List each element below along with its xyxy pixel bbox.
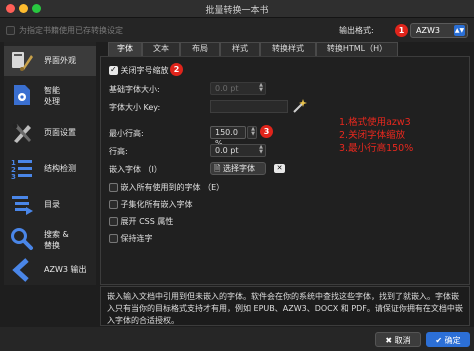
minimum-line-height-stepper[interactable]: ▲ ▼	[247, 126, 257, 139]
sidebar-item-label: 结构检测	[44, 164, 76, 173]
choose-font-button[interactable]: 🗎 选择字体	[210, 162, 266, 175]
sidebar-item-search-replace[interactable]: 搜索 & 替换	[4, 224, 96, 258]
sidebar-item-label: 页面设置	[44, 128, 76, 137]
sidebar-item-label: 界面外观	[44, 56, 76, 65]
annotation-badge-2: 2	[170, 63, 183, 76]
keep-ligatures-checkbox[interactable]: 保持连字	[109, 233, 153, 244]
stepper-arrows-icon[interactable]: ▲ ▼	[259, 83, 263, 93]
disable-font-scaling-checkbox[interactable]: 关闭字号缩放	[109, 65, 169, 76]
sidebar-item-toc[interactable]: 目录	[4, 190, 96, 220]
embed-font-label: 嵌入字体 （I）	[109, 165, 162, 174]
checkbox-box[interactable]	[109, 183, 118, 192]
sidebar-item-label: 智能	[44, 86, 60, 95]
line-height-spinner[interactable]: 0.0 pt ▲ ▼	[210, 144, 266, 157]
numbered-list-icon: 1 2 3	[11, 159, 32, 181]
minimum-line-height-label: 最小行高:	[109, 129, 144, 138]
line-height-value: 0.0 pt	[215, 146, 239, 155]
chevron-updown-icon: ▲▼	[454, 25, 465, 36]
tab-fonts[interactable]: 字体	[108, 42, 142, 56]
main-panel: 字体 文本 布局 样式 转换样式 转换HTML（H） 关闭字号缩放 2 基础字体…	[100, 42, 470, 285]
tab-transform-html[interactable]: 转换HTML（H）	[316, 42, 398, 56]
svg-text:3: 3	[11, 173, 16, 181]
tab-transform-styles[interactable]: 转换样式	[260, 42, 316, 56]
sidebar-item-page-setup[interactable]: 页面设置	[4, 118, 96, 148]
checkbox-box[interactable]	[109, 200, 118, 209]
window-title: 批量转换一本书	[205, 6, 269, 16]
tab-styling[interactable]: 样式	[220, 42, 260, 56]
stepper-arrows-icon: ▲ ▼	[251, 126, 255, 137]
annotation-badge-1: 1	[395, 24, 408, 37]
checkbox-box[interactable]	[109, 65, 118, 75]
cancel-button-label: 取消	[394, 336, 411, 345]
ok-button[interactable]: ✔ 确定	[426, 332, 470, 347]
sidebar: 界面外观 智能 处理 页面设置 1 2 3 结构检测 目录 搜索 & 替换 AZ…	[4, 42, 96, 285]
help-text-box: 嵌入输入文档中引用到但未嵌入的字体。软件会在你的系统中查找这些字体，找到了就嵌入…	[100, 286, 470, 326]
embed-all-fonts-label: 嵌入所有使用到的字体 （E）	[120, 183, 225, 192]
sidebar-item-structure-detection[interactable]: 1 2 3 结构检测	[4, 154, 96, 184]
dialog-footer: ✖ 取消 ✔ 确定	[0, 327, 474, 351]
font-size-key-label: 字体大小 Key:	[109, 103, 161, 112]
cancel-button[interactable]: ✖ 取消	[375, 332, 421, 347]
tab-layout[interactable]: 布局	[180, 42, 220, 56]
checkbox-box[interactable]	[109, 234, 118, 243]
annotation-notes: 1.格式使用azw3 2.关闭字体缩放 3.最小行高150%	[339, 116, 413, 155]
choose-font-button-label: 选择字体	[222, 164, 255, 173]
checkbox-box[interactable]	[6, 26, 15, 35]
sidebar-item-look-and-feel[interactable]: 界面外观	[4, 46, 96, 76]
toc-icon	[12, 196, 33, 215]
checkmark-icon: ✔	[435, 336, 443, 345]
disable-font-scaling-label: 关闭字号缩放	[120, 66, 169, 75]
expand-css-label: 展开 CSS 属性	[120, 217, 174, 226]
tools-icon	[12, 123, 31, 143]
embed-all-fonts-checkbox[interactable]: 嵌入所有使用到的字体 （E）	[109, 182, 224, 193]
magic-wand-icon[interactable]	[291, 98, 307, 114]
use-previous-settings-label: 为指定书籍使用已存转换设定	[19, 26, 123, 35]
checkbox-box[interactable]	[109, 217, 118, 226]
cancel-icon: ✖	[385, 336, 393, 345]
stepper-arrows-icon[interactable]: ▲ ▼	[259, 145, 263, 155]
annotation-line-2: 2.关闭字体缩放	[339, 130, 406, 141]
paintbrush-icon	[12, 52, 33, 71]
sidebar-item-label: AZW3 输出	[44, 265, 87, 274]
ok-button-label: 确定	[444, 336, 461, 345]
clear-icon[interactable]: ✕	[274, 164, 285, 173]
base-font-size-label: 基础字体大小:	[109, 85, 160, 94]
line-height-label: 行高:	[109, 147, 128, 156]
font-icon: 🗎	[214, 164, 221, 173]
font-size-key-input[interactable]	[210, 100, 288, 113]
sidebar-item-label: 搜索 &	[44, 230, 69, 239]
sidebar-item-label-line2: 处理	[44, 97, 60, 106]
tab-text[interactable]: 文本	[142, 42, 180, 56]
output-format-label: 输出格式:	[339, 26, 374, 35]
base-font-size-value: 0.0 pt	[215, 84, 239, 93]
sidebar-item-label: 目录	[44, 200, 60, 209]
base-font-size-spinner[interactable]: 0.0 pt ▲ ▼	[210, 82, 266, 95]
fonts-tab-panel: 关闭字号缩放 2 基础字体大小: 0.0 pt ▲▼ 字体大小 Key: 最小行…	[100, 56, 470, 285]
subset-fonts-label: 子集化所有嵌入字体	[120, 200, 193, 209]
sidebar-item-heuristics[interactable]: 智能 处理	[4, 80, 96, 114]
annotation-badge-3: 3	[260, 125, 273, 138]
minimum-line-height-spinner[interactable]: 150.0 %	[210, 126, 246, 148]
expand-css-checkbox[interactable]: 展开 CSS 属性	[109, 216, 173, 227]
document-gear-icon	[14, 85, 30, 105]
annotation-line-3: 3.最小行高150%	[339, 143, 414, 154]
output-format-select[interactable]: AZW3 ▲▼	[410, 23, 468, 38]
sidebar-item-azw3-output[interactable]: AZW3 输出	[4, 255, 96, 285]
chevron-left-icon	[12, 258, 29, 282]
output-format-value: AZW3	[416, 26, 440, 35]
keep-ligatures-label: 保持连字	[120, 234, 153, 243]
annotation-line-1: 1.格式使用azw3	[339, 117, 411, 128]
sidebar-item-label-line2: 替换	[44, 241, 60, 250]
subset-fonts-checkbox[interactable]: 子集化所有嵌入字体	[109, 199, 193, 210]
search-icon	[11, 228, 33, 250]
title-bar: 批量转换一本书	[0, 0, 474, 18]
use-previous-settings-checkbox[interactable]: 为指定书籍使用已存转换设定	[6, 25, 123, 36]
